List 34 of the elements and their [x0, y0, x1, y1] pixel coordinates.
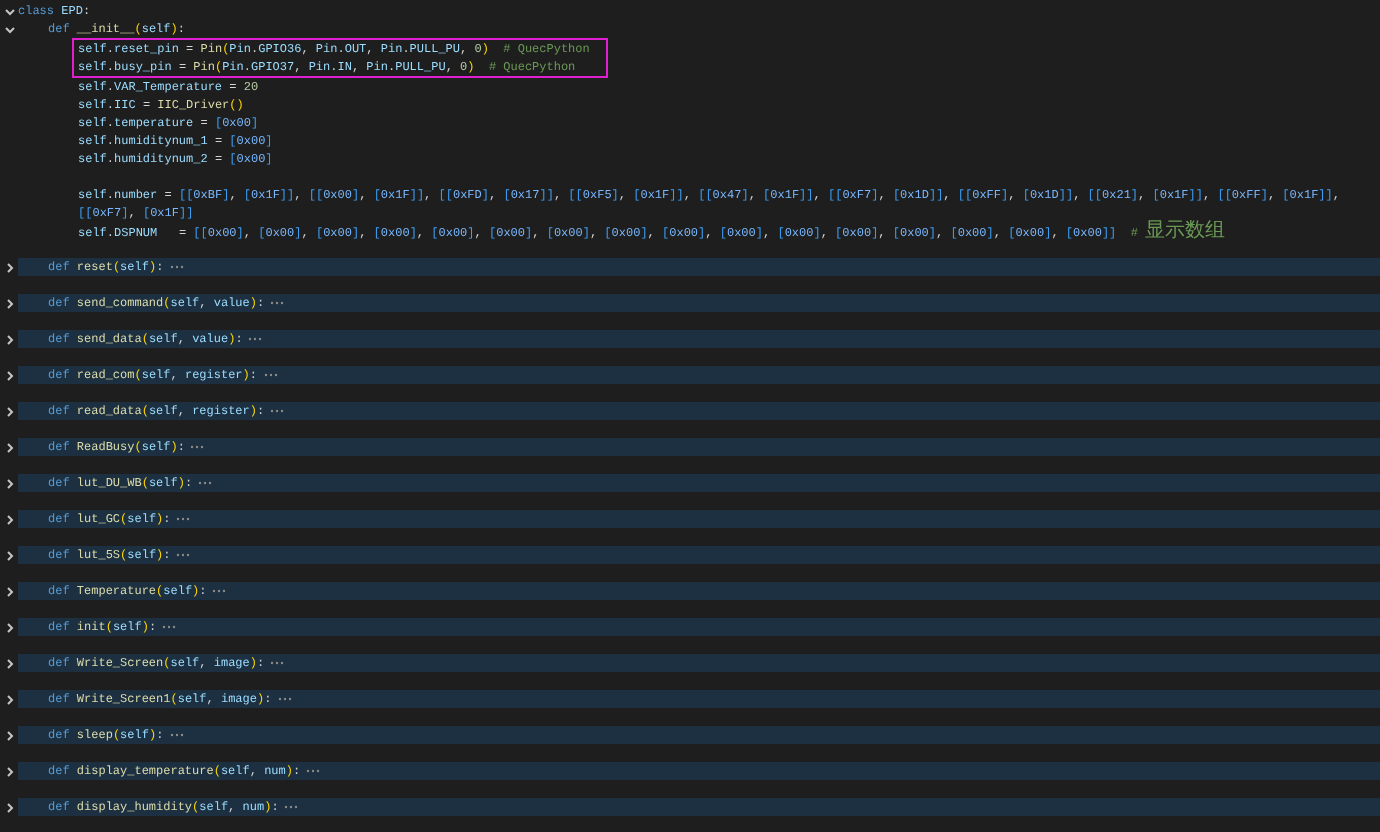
ellipsis-icon[interactable]	[169, 264, 184, 270]
chevron-right-icon[interactable]	[3, 333, 15, 345]
chevron-right-icon[interactable]	[3, 621, 15, 633]
ellipsis-icon[interactable]	[284, 804, 299, 810]
ellipsis-icon[interactable]	[162, 624, 177, 630]
ellipsis-icon[interactable]	[198, 480, 213, 486]
chevron-down-icon[interactable]	[3, 5, 15, 17]
chevron-right-icon[interactable]	[3, 657, 15, 669]
chevron-right-icon[interactable]	[3, 441, 15, 453]
ellipsis-icon[interactable]	[176, 516, 191, 522]
chevron-right-icon[interactable]	[3, 549, 15, 561]
chevron-right-icon[interactable]	[3, 513, 15, 525]
ellipsis-icon[interactable]	[176, 552, 191, 558]
chevron-right-icon[interactable]	[3, 477, 15, 489]
chevron-right-icon[interactable]	[3, 801, 15, 813]
ellipsis-icon[interactable]	[212, 588, 227, 594]
chevron-right-icon[interactable]	[3, 585, 15, 597]
chevron-down-icon[interactable]	[3, 23, 15, 35]
chevron-right-icon[interactable]	[3, 729, 15, 741]
ellipsis-icon[interactable]	[190, 444, 205, 450]
chevron-right-icon[interactable]	[3, 765, 15, 777]
ellipsis-icon[interactable]	[306, 768, 321, 774]
ellipsis-icon[interactable]	[263, 372, 277, 378]
ellipsis-icon[interactable]	[169, 732, 184, 738]
ellipsis-icon[interactable]	[248, 336, 263, 342]
ellipsis-icon[interactable]	[270, 660, 285, 666]
chevron-right-icon[interactable]	[3, 369, 15, 381]
chevron-right-icon[interactable]	[3, 261, 15, 273]
chevron-right-icon[interactable]	[3, 297, 15, 309]
ellipsis-icon[interactable]	[270, 300, 285, 306]
chevron-right-icon[interactable]	[3, 405, 15, 417]
chevron-right-icon[interactable]	[3, 693, 15, 705]
ellipsis-icon[interactable]	[277, 696, 292, 702]
ellipsis-icon[interactable]	[270, 408, 285, 414]
